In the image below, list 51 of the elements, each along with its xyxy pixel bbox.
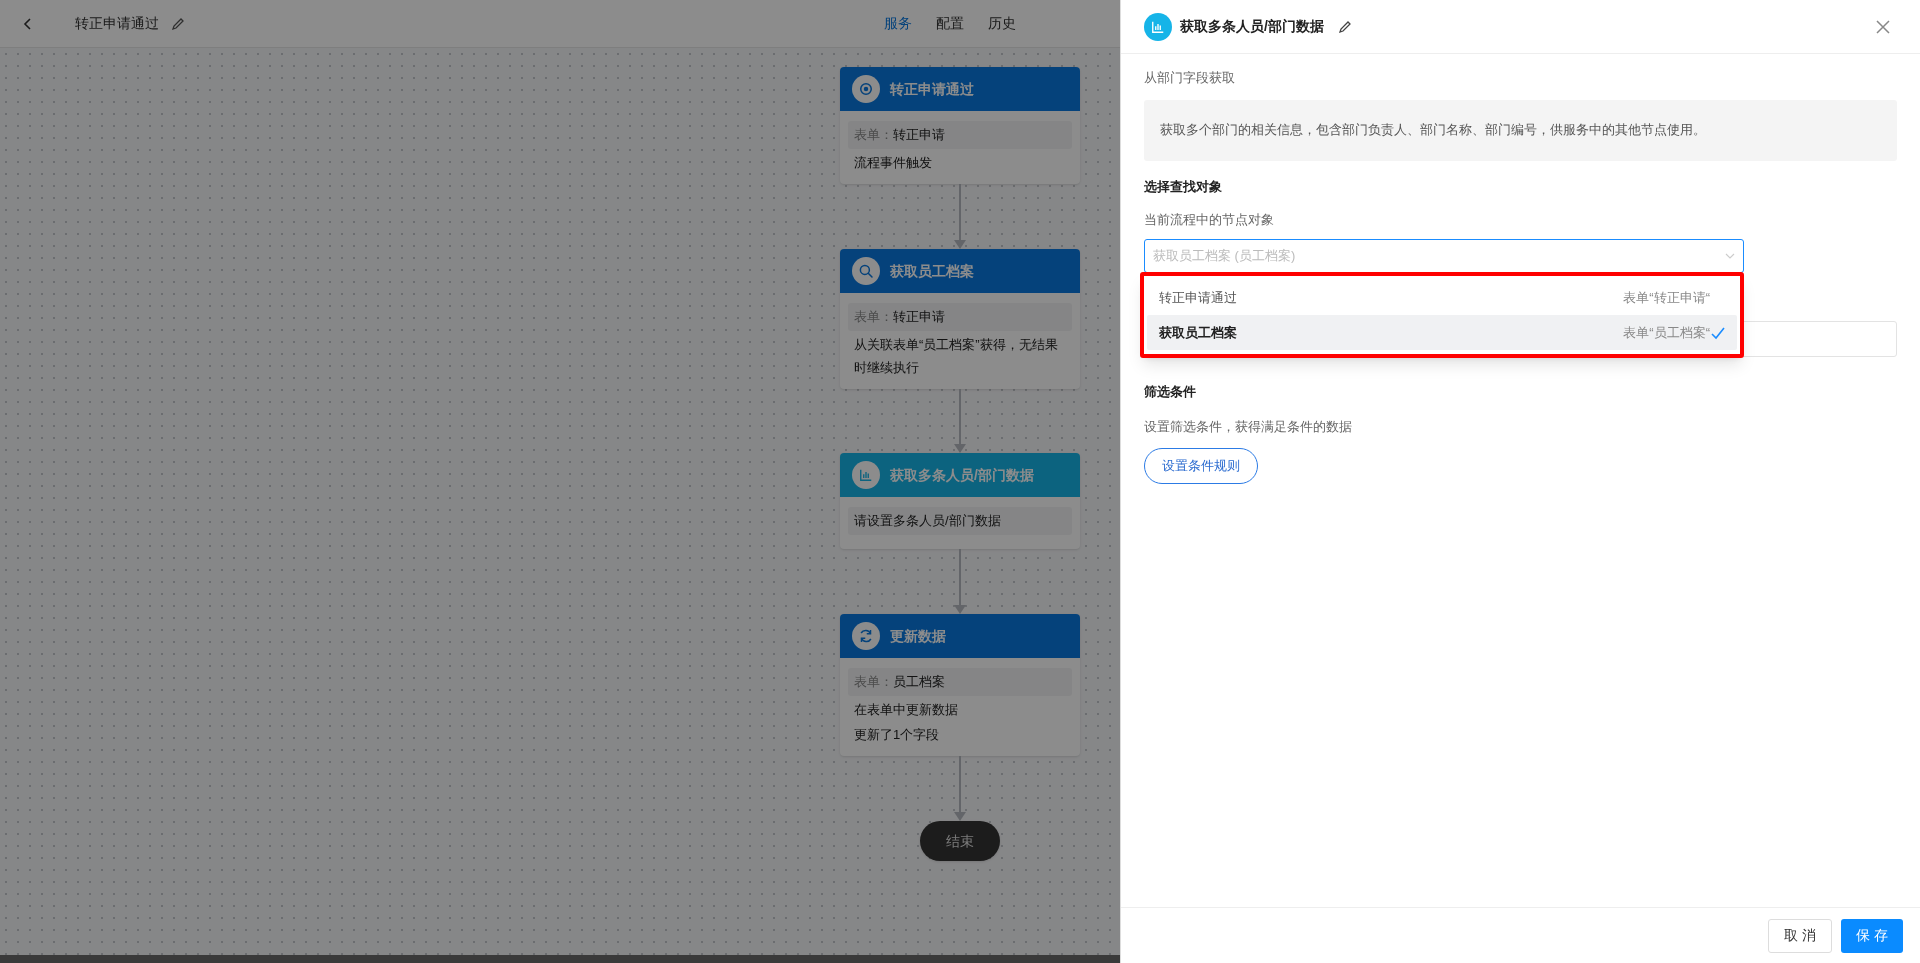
option-hint: 表单“转正申请“ — [1623, 288, 1710, 307]
node-description: 更新了1个字段 — [853, 726, 941, 744]
option-label: 转正申请通过 — [1159, 288, 1238, 307]
field-label: 当前流程中的节点对象 — [1144, 211, 1275, 229]
panel-title: 获取多条人员/部门数据 — [1180, 17, 1324, 36]
close-icon[interactable] — [1875, 18, 1891, 35]
node-note: 请设置多条人员/部门数据 — [848, 507, 1072, 535]
node-title: 更新数据 — [890, 626, 946, 646]
nav-tab[interactable]: 配置 — [936, 13, 964, 34]
section-title: 选择查找对象 — [1144, 177, 1223, 196]
info-box: 获取多个部门的相关信息，包含部门负责人、部门名称、部门编号，供服务中的其他节点使用。 — [1144, 99, 1897, 161]
save-button[interactable]: 保 存 — [1841, 918, 1903, 953]
option-hint: 表单“员工档案“ — [1623, 323, 1710, 342]
form-value: 转正申请 — [893, 308, 945, 327]
form-value: 转正申请 — [893, 126, 945, 145]
connector-arrow — [953, 756, 967, 821]
flow-node-card[interactable]: 获取员工档案 表单：转正申请 从关联表单“员工档案”获得，无结果时继续执行 — [840, 249, 1080, 389]
flow-node-card[interactable]: 获取多条人员/部门数据 请设置多条人员/部门数据 — [840, 453, 1080, 549]
dropdown-option[interactable]: 获取员工档案 表单“员工档案“ — [1147, 315, 1737, 350]
nav-tab[interactable]: 服务 — [884, 13, 912, 34]
flow-node-card[interactable]: 更新数据 表单：员工档案 在表单中更新数据 更新了1个字段 — [840, 614, 1080, 756]
flow-title: 转正申请通过 — [75, 14, 159, 33]
node-description: 流程事件触发 — [853, 154, 933, 172]
end-node[interactable]: 结束 — [920, 821, 1000, 861]
node-title: 获取多条人员/部门数据 — [890, 465, 1034, 485]
connector-arrow — [953, 184, 967, 249]
nav-tab[interactable]: 历史 — [988, 13, 1016, 34]
node-description: 在表单中更新数据 — [853, 701, 959, 719]
form-label: 表单： — [854, 308, 893, 327]
form-label: 表单： — [854, 126, 893, 145]
set-rules-button[interactable]: 设置条件规则 — [1144, 447, 1258, 484]
node-title: 转正申请通过 — [890, 79, 974, 99]
node-description: 从关联表单“员工档案”获得，无结果时继续执行 — [853, 336, 1059, 377]
connector-arrow — [953, 389, 967, 453]
edit-icon[interactable] — [1337, 19, 1352, 34]
search-icon — [857, 262, 875, 280]
option-label: 获取员工档案 — [1159, 323, 1238, 342]
check-icon — [1711, 325, 1725, 340]
connector-arrow — [953, 549, 967, 614]
form-label: 表单： — [854, 673, 893, 692]
edit-icon[interactable] — [171, 16, 185, 31]
node-title: 获取员工档案 — [890, 261, 974, 281]
cancel-button[interactable]: 取 消 — [1768, 918, 1832, 953]
flow-node-card[interactable]: 转正申请通过 表单：转正申请 流程事件触发 — [840, 67, 1080, 184]
section-subtitle: 从部门字段获取 — [1144, 69, 1236, 87]
dropdown-option[interactable]: 转正申请通过 表单“转正申请“ — [1147, 280, 1737, 315]
form-value: 员工档案 — [893, 673, 945, 692]
target-icon — [857, 80, 875, 98]
section-title: 筛选条件 — [1144, 382, 1197, 401]
section-description: 设置筛选条件，获得满足条件的数据 — [1144, 418, 1353, 436]
select-value: 获取员工档案 (员工档案) — [1153, 246, 1297, 265]
